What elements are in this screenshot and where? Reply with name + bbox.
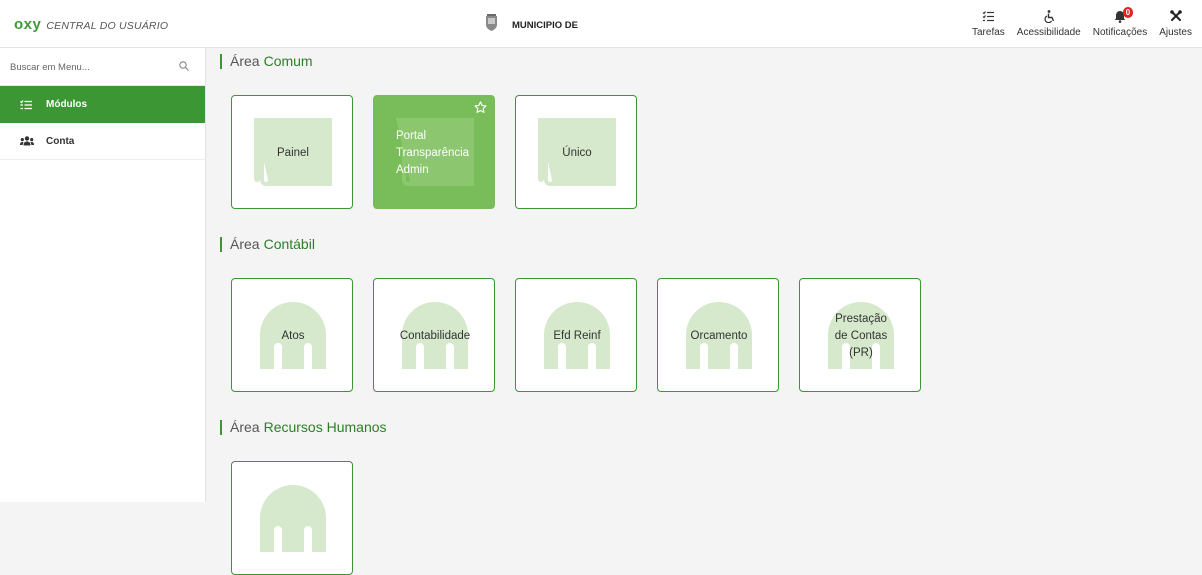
module-card-label: Contabilidade [399, 329, 471, 342]
accessibility-label: Acessibilidade [1016, 27, 1081, 38]
tools-icon [1169, 8, 1182, 24]
section-prefix: Área [230, 419, 260, 435]
logo-mark: oxy [14, 16, 42, 33]
municipality-name: MUNICIPIO DE [512, 20, 578, 31]
tasks-button[interactable]: Tarefas [966, 8, 1011, 38]
top-bar: oxy CENTRAL DO USUÁRIO MUNICIPIO DE Tare… [0, 0, 1202, 48]
section-marker [220, 419, 222, 435]
module-card-prestacao-de-contas[interactable]: Prestação de Contas (PR) [799, 278, 921, 392]
module-card-unico[interactable]: Único [515, 95, 637, 209]
accessibility-icon [1043, 8, 1055, 24]
section-name: Comum [263, 53, 313, 69]
search-icon[interactable] [179, 61, 189, 71]
module-card-rh[interactable] [231, 461, 353, 575]
module-card-painel[interactable]: Painel [231, 95, 353, 209]
menu-search [0, 48, 205, 86]
sidebar: Módulos Conta [0, 48, 206, 502]
logo-text: CENTRAL DO USUÁRIO [46, 20, 169, 32]
sidebar-item-label: Módulos [46, 99, 88, 110]
municipality-crest-icon [486, 14, 497, 31]
notifications-badge: 0 [1122, 7, 1133, 18]
top-actions: Tarefas Acessibilidade 0 Notificações Aj… [966, 7, 1198, 38]
list-icon [20, 99, 34, 111]
module-card-atos[interactable]: Atos [231, 278, 353, 392]
users-icon [20, 135, 34, 147]
module-card-label: Painel [277, 146, 309, 159]
module-card-label: Atos [281, 329, 305, 342]
module-card-contabilidade[interactable]: Contabilidade [373, 278, 495, 392]
module-card-efd-reinf[interactable]: Efd Reinf [515, 278, 637, 392]
module-card-label: Orcamento [690, 329, 748, 342]
module-card-label: Único [562, 146, 592, 159]
section-marker [220, 53, 222, 69]
notifications-button[interactable]: 0 Notificações [1087, 7, 1153, 38]
tasks-icon [982, 8, 995, 24]
logo[interactable]: oxy CENTRAL DO USUÁRIO [14, 16, 168, 33]
module-card-portal-transparencia-admin[interactable]: Portal Transparência Admin [373, 95, 495, 209]
menu-search-input[interactable] [0, 48, 205, 86]
section-title-comum: Área Comum [220, 53, 313, 69]
section-name: Contábil [263, 236, 315, 252]
section-marker [220, 236, 222, 252]
settings-button[interactable]: Ajustes [1153, 8, 1198, 38]
notifications-label: Notificações [1092, 27, 1148, 38]
sidebar-item-modulos[interactable]: Módulos [0, 86, 205, 123]
sidebar-item-label: Conta [46, 135, 75, 147]
settings-label: Ajustes [1159, 27, 1192, 38]
section-title-contabil: Área Contábil [220, 236, 315, 252]
section-prefix: Área [230, 53, 260, 69]
module-card-label: Efd Reinf [553, 329, 601, 342]
module-card-label: Prestação de Contas (PR) [834, 312, 888, 359]
module-card-orcamento[interactable]: Orcamento [657, 278, 779, 392]
module-card-label: Portal Transparência Admin [396, 129, 470, 176]
sidebar-item-conta[interactable]: Conta [0, 123, 205, 160]
accessibility-button[interactable]: Acessibilidade [1011, 8, 1087, 38]
section-title-recursos-humanos: Área Recursos Humanos [220, 419, 387, 435]
tasks-label: Tarefas [972, 27, 1005, 38]
section-prefix: Área [230, 236, 260, 252]
module-card-label [232, 462, 352, 574]
section-name: Recursos Humanos [263, 419, 387, 435]
